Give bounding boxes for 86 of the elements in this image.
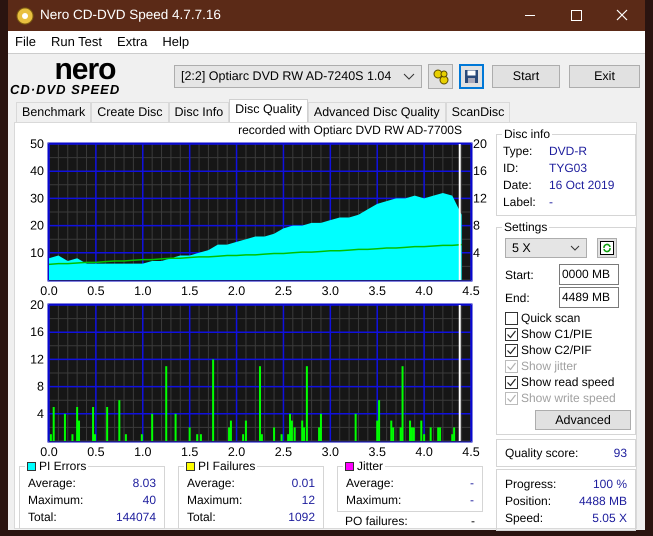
y-axis-label: 16 [473,164,487,178]
x-axis-label: 0.5 [87,284,105,297]
x-axis-label: 3.5 [368,284,386,297]
checkbox-label: Show C2/PIF [521,342,592,358]
x-axis-label: 0.0 [40,284,58,297]
group-title: PI Errors [39,459,86,473]
x-axis-label: 4.0 [415,445,433,457]
logo-subtitle: CD·DVD SPEED [10,82,122,96]
stat-value: 144074 [116,509,156,526]
progress-value: 4488 MB [578,493,627,510]
info-label: Type: [503,143,534,160]
y-axis-label: 4 [37,406,44,421]
y-axis-label: 8 [37,380,44,394]
info-value: DVD-R [549,143,587,160]
y-axis-label: 12 [30,352,44,366]
x-axis-label: 0.5 [87,445,105,457]
stat-value: - [470,475,474,492]
y-axis-label: 30 [30,191,44,206]
y-axis-label: 20 [30,298,44,312]
x-axis-label: 4.0 [415,284,433,297]
checkbox-label: Show C1/PIE [521,326,592,342]
y-axis-label: 8 [473,218,480,233]
quality-value: 93 [614,445,627,462]
stat-value: 0.01 [292,475,315,492]
y-axis-label: 50 [30,137,44,151]
y-axis-label: 20 [30,218,44,233]
info-label: Label: [503,194,537,211]
stat-label: Average: [187,475,235,492]
x-axis-label: 2.0 [228,445,246,457]
x-axis-label: 2.0 [228,284,246,297]
progress-label: Speed: [505,510,544,527]
y-axis-label: 20 [473,137,487,151]
chart-caption: recorded with Optiarc DVD RW AD-7700S [237,124,463,135]
info-value: TYG03 [549,160,588,177]
y-axis-label: 12 [473,191,487,206]
info-label: ID: [503,160,520,177]
x-axis-label: 3.0 [322,445,340,457]
info-value: 16 Oct 2019 [549,177,614,194]
y-axis-label: 16 [30,325,44,340]
checkbox-label: Show jitter [521,358,578,374]
stat-label: Maximum: [346,492,402,509]
x-axis-label: 1.0 [134,445,152,457]
progress-value: 100 % [592,476,627,493]
field-label: End: [505,290,530,306]
x-axis-label: 4.5 [462,445,480,457]
info-label: Date: [503,177,533,194]
stat-value: 8.03 [132,475,156,492]
x-axis-label: 3.0 [322,284,340,297]
group-title: Settings [504,220,548,234]
y-axis-label: 40 [30,164,44,178]
x-axis-label: 2.5 [274,284,292,297]
stat-label: Total: [28,509,57,526]
progress-value: 5.05 X [592,510,627,527]
x-axis-label: 2.5 [274,445,292,457]
y-axis-label: 4 [473,246,480,260]
stat-label: Total: [187,509,216,526]
progress-label: Position: [505,493,552,510]
stat-value: - [471,513,475,530]
stat-value: 1092 [288,509,315,526]
x-axis-label: 4.5 [462,284,480,297]
field-label: Start: [505,266,534,284]
checkbox-label: Quick scan [521,310,580,326]
stat-label: Maximum: [28,492,84,509]
group-title: Jitter [357,459,384,473]
stat-label: PO failures: [345,513,408,530]
checkbox-label: Show read speed [521,374,614,390]
checkbox-label: Show write speed [521,390,616,406]
stat-label: Average: [346,475,394,492]
progress-label: Progress: [505,476,556,493]
logo-text: nero [54,56,116,82]
group-title: Disc info [504,127,550,141]
stat-value: 40 [142,492,156,509]
x-axis-label: 1.5 [180,284,198,297]
window-title: Nero CD-DVD Speed 4.7.7.16 [40,6,222,24]
stat-value: 12 [302,492,315,509]
info-value: - [549,194,553,211]
group-title: PI Failures [198,459,256,473]
stat-label: Average: [28,475,76,492]
x-axis-label: 3.5 [368,445,386,457]
y-axis-label: 10 [30,246,44,260]
stat-label: Maximum: [187,492,242,509]
x-axis-label: 1.5 [180,445,198,457]
quality-label: Quality score: [505,445,578,462]
x-axis-label: 1.0 [134,284,152,297]
x-axis-label: 0.0 [40,445,58,457]
stat-value: - [470,492,474,509]
